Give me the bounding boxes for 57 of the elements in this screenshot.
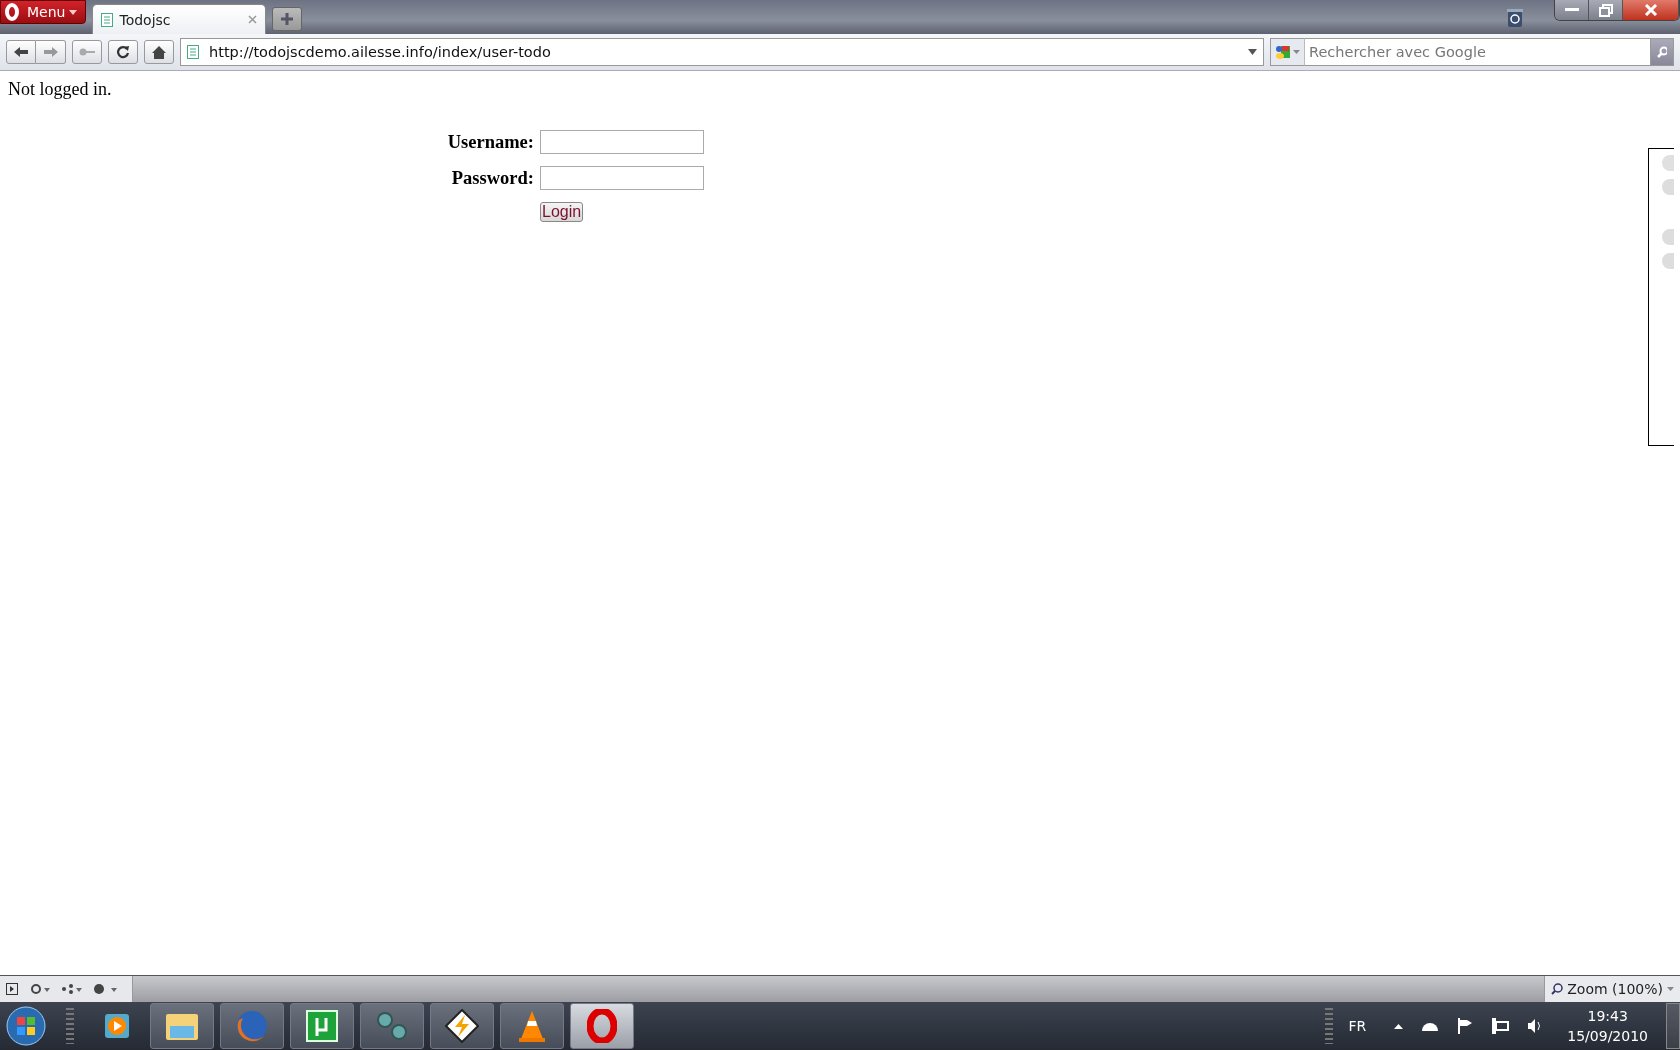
network-icon[interactable] (1491, 1018, 1510, 1034)
language-indicator[interactable]: FR (1348, 1018, 1367, 1034)
login-button[interactable]: Login (540, 202, 584, 222)
close-button[interactable] (1623, 0, 1679, 20)
menu-button[interactable]: Menu (0, 0, 87, 24)
trash-icon[interactable] (1506, 6, 1524, 28)
flag-icon[interactable] (1457, 1018, 1474, 1034)
page-icon (101, 12, 114, 27)
globe-icon[interactable] (220, 1003, 284, 1049)
ring-icon[interactable] (570, 1003, 634, 1049)
browser-tab[interactable]: Todojsc (92, 4, 267, 34)
back-button[interactable] (6, 40, 36, 64)
text-field[interactable] (540, 130, 704, 154)
search-field[interactable]: Rechercher avec Google (1305, 38, 1650, 66)
reload-icon (116, 45, 130, 59)
caret-icon (1293, 50, 1300, 54)
search-engine-selector[interactable] (1270, 38, 1305, 66)
search-icon (1657, 46, 1667, 58)
login-status-text: Not logged in. (8, 79, 113, 100)
text-field[interactable] (540, 166, 704, 190)
show-desktop-button[interactable] (1666, 1003, 1680, 1049)
up-arrow-icon[interactable] (1394, 1023, 1404, 1029)
minimize-icon (1564, 8, 1579, 12)
lightning-icon[interactable] (430, 1003, 494, 1049)
reload-button[interactable] (108, 40, 138, 64)
binoculars-icon[interactable] (360, 1003, 424, 1049)
folder-icon[interactable] (150, 1003, 214, 1049)
plus-icon (281, 13, 294, 25)
dropdown-icon[interactable] (1248, 49, 1257, 55)
address-field[interactable]: http://todojscdemo.ailesse.info/index/user-todo (180, 38, 1264, 66)
key-icon (79, 48, 95, 56)
clock[interactable]: 19:43 15/09/2010 (1561, 1007, 1654, 1045)
home-button[interactable] (144, 40, 174, 64)
key-button[interactable] (72, 40, 102, 64)
panel-icon (6, 983, 18, 995)
caret-icon (1667, 987, 1674, 991)
new-tab-button[interactable] (272, 7, 303, 31)
restore-button[interactable] (1589, 0, 1623, 20)
caret-icon (69, 9, 78, 15)
restore-icon (1598, 3, 1613, 17)
search-engine-icon (1275, 44, 1291, 60)
forward-arrow-icon (43, 47, 58, 57)
search-button[interactable] (1650, 38, 1674, 66)
minimize-button[interactable] (1555, 0, 1589, 20)
zoom-button[interactable]: Zoom (100%) (1544, 976, 1680, 1002)
traffic-cone-icon[interactable] (500, 1003, 564, 1049)
field-label: Username: (446, 131, 534, 153)
home-icon (152, 45, 166, 59)
app-tile-icon[interactable] (290, 1003, 354, 1049)
share-icon (62, 984, 82, 994)
page-icon (187, 45, 199, 59)
magnifier-icon (1551, 983, 1564, 995)
gauge-icon[interactable] (1421, 1021, 1440, 1031)
back-arrow-icon (14, 47, 28, 57)
close-icon (1643, 4, 1658, 16)
field-label: Password: (450, 167, 534, 189)
close-icon[interactable] (248, 15, 258, 24)
